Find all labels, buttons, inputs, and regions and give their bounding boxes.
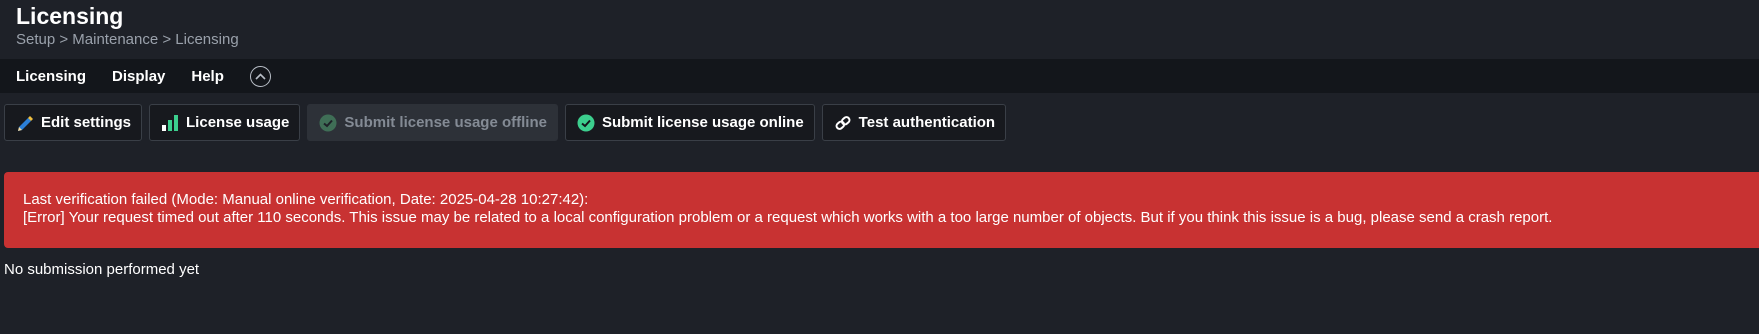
alert-message: [Error] Your request timed out after 110… (23, 209, 1553, 226)
toolbar: Edit settings License usage Submit licen… (4, 104, 1007, 141)
alert-heading: Last verification failed (Mode: Manual o… (23, 191, 589, 208)
license-usage-label: License usage (186, 114, 290, 131)
page-title: Licensing (16, 3, 124, 29)
page-header: Licensing Setup > Maintenance > Licensin… (16, 2, 239, 49)
error-alert: Last verification failed (Mode: Manual o… (4, 172, 1759, 248)
bar-chart-icon (160, 113, 180, 133)
pencil-icon (15, 113, 35, 133)
collapse-menu-button[interactable] (249, 65, 271, 87)
check-circle-icon (318, 113, 338, 133)
menubar: Licensing Display Help (0, 59, 1759, 93)
menu-item-display[interactable]: Display (112, 68, 165, 85)
license-usage-button[interactable]: License usage (149, 104, 301, 141)
submit-offline-label: Submit license usage offline (344, 114, 547, 131)
edit-settings-button[interactable]: Edit settings (4, 104, 143, 141)
submit-online-button[interactable]: Submit license usage online (564, 104, 815, 141)
submission-status-text: No submission performed yet (4, 261, 200, 278)
submit-offline-button[interactable]: Submit license usage offline (307, 104, 558, 141)
menu-item-licensing[interactable]: Licensing (16, 68, 86, 85)
test-authentication-label: Test authentication (858, 114, 996, 131)
chevron-up-icon (255, 72, 266, 80)
check-circle-icon (576, 113, 596, 133)
menu-item-help[interactable]: Help (191, 68, 224, 85)
test-authentication-button[interactable]: Test authentication (821, 104, 1007, 141)
submit-online-label: Submit license usage online (601, 114, 804, 131)
link-icon (833, 113, 853, 133)
breadcrumb[interactable]: Setup > Maintenance > Licensing (16, 31, 239, 49)
edit-settings-label: Edit settings (41, 114, 132, 131)
